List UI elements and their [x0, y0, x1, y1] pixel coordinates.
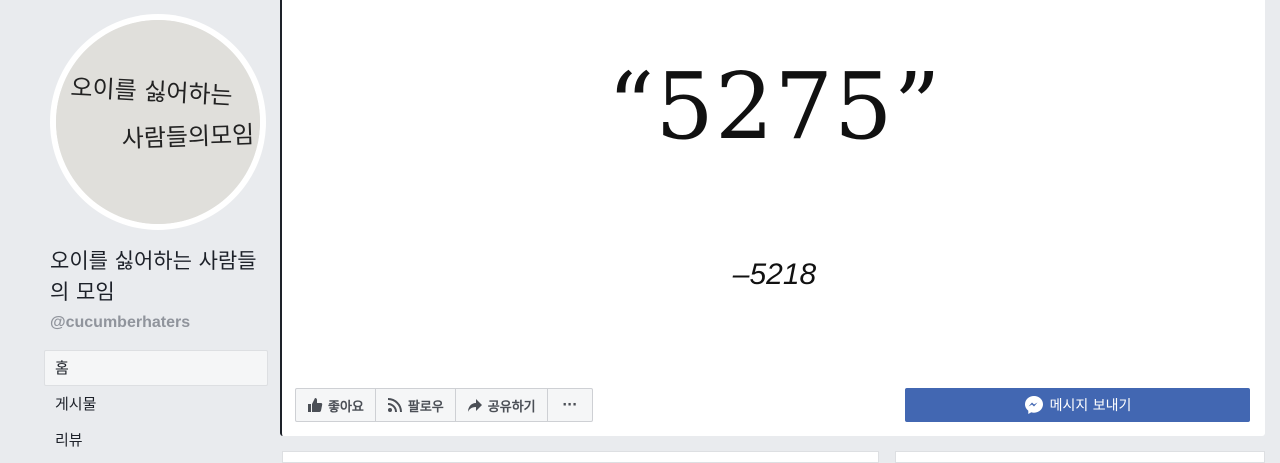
- messenger-icon: [1024, 395, 1044, 415]
- share-arrow-icon: [467, 397, 483, 413]
- page-handle[interactable]: @cucumberhaters: [50, 314, 190, 332]
- cover-quote: “5275”: [607, 53, 942, 160]
- side-card-partial: [895, 451, 1265, 463]
- feed-card-partial: [282, 451, 879, 463]
- rss-follow-icon: [387, 397, 403, 413]
- share-button[interactable]: 공유하기: [456, 389, 548, 421]
- send-message-label: 메시지 보내기: [1049, 398, 1132, 414]
- share-label: 공유하기: [487, 399, 536, 415]
- page-action-bar: 좋아요 팔로우 공유하기 ···: [295, 388, 593, 422]
- avatar[interactable]: 오이를 싫어하는 사람들의모임: [56, 20, 260, 224]
- nav-item-home[interactable]: 홈: [44, 350, 268, 386]
- more-button[interactable]: ···: [548, 389, 592, 421]
- send-message-button[interactable]: 메시지 보내기: [905, 388, 1250, 422]
- avatar-text-line2: 사람들의모임: [121, 121, 254, 154]
- cover-attribution: –5218: [732, 258, 817, 291]
- nav-item-reviews[interactable]: 리뷰: [44, 422, 268, 458]
- page-title: 오이를 싫어하는 사람들의 모임: [50, 249, 257, 304]
- follow-button[interactable]: 팔로우: [376, 389, 456, 421]
- follow-label: 팔로우: [407, 399, 444, 415]
- page-nav: 홈 게시물 리뷰: [44, 350, 268, 458]
- nav-item-posts[interactable]: 게시물: [44, 386, 268, 422]
- like-button[interactable]: 좋아요: [296, 389, 376, 421]
- avatar-handwriting-image: 오이를 싫어하는 사람들의모임: [56, 20, 260, 224]
- like-thumb-icon: [307, 397, 323, 413]
- cover-photo[interactable]: “5275” –5218: [280, 0, 1265, 436]
- like-label: 좋아요: [328, 399, 364, 415]
- page-sidebar: 오이를 싫어하는 사람들의모임 오이를 싫어하는 사람들의 모임 @cucumb…: [0, 0, 280, 454]
- more-label: ···: [562, 397, 578, 413]
